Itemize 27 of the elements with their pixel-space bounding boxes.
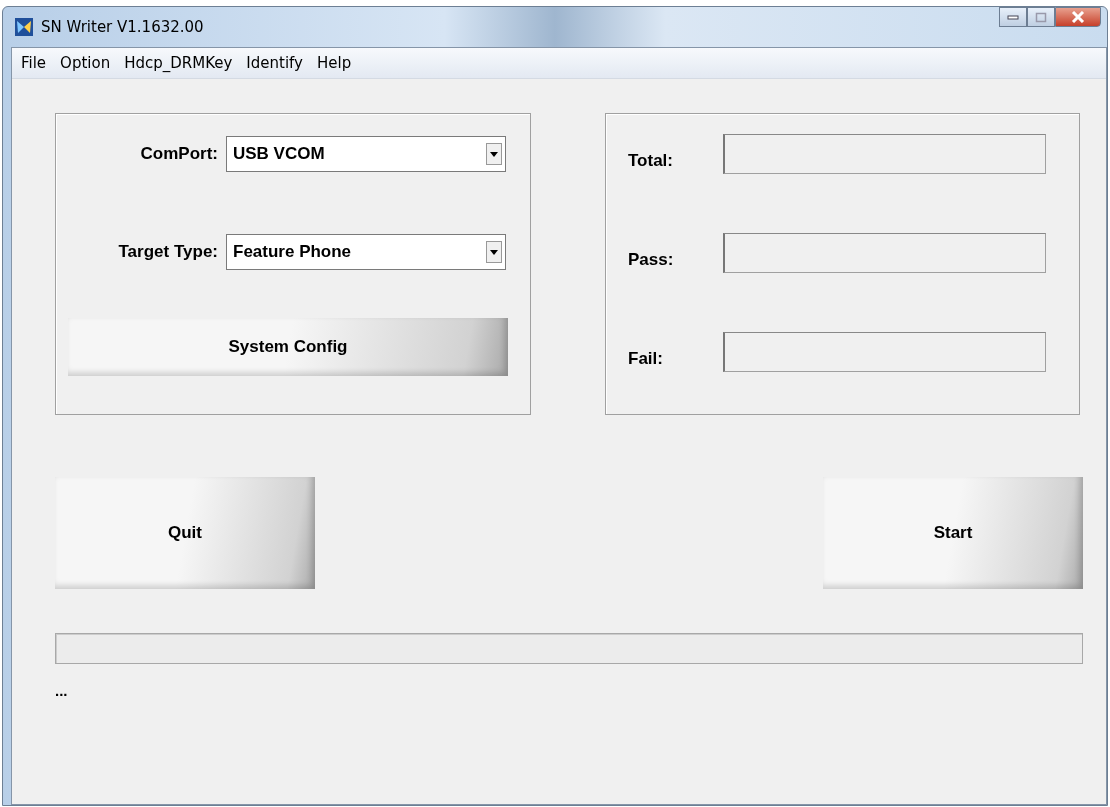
field-label: Target Type: <box>118 242 218 262</box>
counter-label: Total: <box>628 151 674 171</box>
counter-field[interactable] <box>722 332 1046 372</box>
menu-item[interactable]: Hdcp_DRMKey <box>117 54 240 72</box>
counter-field[interactable] <box>722 233 1046 273</box>
menu-item[interactable]: Identify <box>239 54 310 72</box>
close-button[interactable] <box>1055 7 1101 27</box>
field-label: ComPort: <box>140 144 218 164</box>
window-title: SN Writer V1.1632.00 <box>41 18 204 36</box>
dropdown[interactable]: Feature Phone <box>226 234 506 270</box>
close-icon <box>1071 11 1085 23</box>
counter-label: Fail: <box>628 349 664 369</box>
status-text: ... <box>55 682 68 699</box>
maximize-icon <box>1035 11 1047 23</box>
start-button[interactable]: Start <box>823 477 1083 589</box>
system-config-button[interactable]: System Config <box>68 318 508 376</box>
dropdown[interactable]: USB VCOM <box>226 136 506 172</box>
menu-item[interactable]: Option <box>53 54 118 72</box>
app-icon <box>13 17 35 37</box>
minimize-icon <box>1007 14 1019 20</box>
minimize-button[interactable] <box>999 7 1027 27</box>
menu-item[interactable]: Help <box>310 54 359 72</box>
maximize-button[interactable] <box>1027 7 1055 27</box>
counter-label: Pass: <box>628 250 675 270</box>
menu-item[interactable]: File <box>14 54 54 72</box>
counter-field[interactable] <box>722 134 1046 174</box>
quit-button[interactable]: Quit <box>55 477 315 589</box>
